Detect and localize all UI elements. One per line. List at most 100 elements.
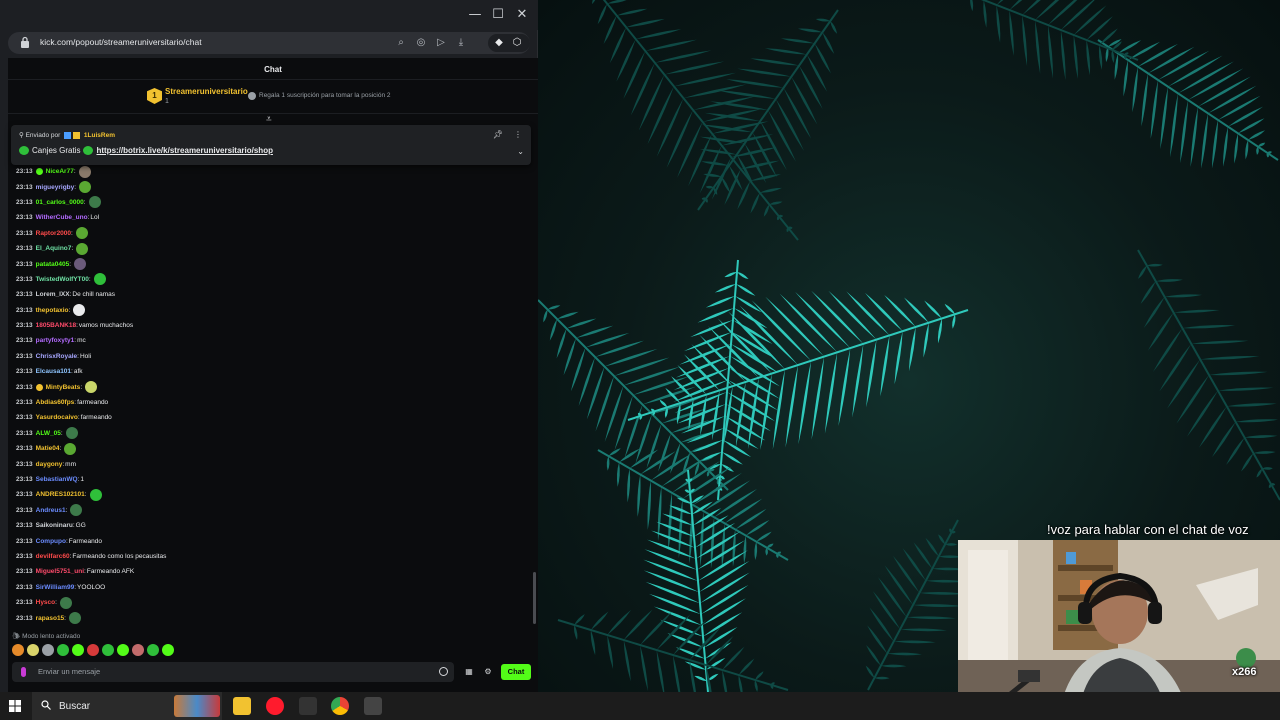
app-window-icon[interactable] xyxy=(364,697,382,715)
windows-start-icon[interactable] xyxy=(9,700,21,712)
message-username[interactable]: partyfoxyty1 xyxy=(36,337,75,344)
quick-emote-icon[interactable] xyxy=(132,644,144,656)
maximize-button[interactable]: ☐ xyxy=(489,6,507,24)
message-username[interactable]: ChrisxRoyale xyxy=(36,353,78,360)
quick-emote-icon[interactable] xyxy=(147,644,159,656)
message-username[interactable]: Abdias60fps xyxy=(36,399,75,406)
message-username[interactable]: Andreus1 xyxy=(36,507,66,514)
quick-emote-icon[interactable] xyxy=(12,644,24,656)
chat-message: 23:13 1805BANK18: vamos muchachos xyxy=(16,318,526,333)
message-timestamp: 23:13 xyxy=(16,306,33,314)
emote-icon xyxy=(76,242,89,255)
message-username[interactable]: Miguel5751_uni xyxy=(36,568,84,575)
message-username[interactable]: 1805BANK18 xyxy=(36,322,76,329)
message-input[interactable]: Enviar un mensaje xyxy=(12,662,454,682)
message-timestamp: 23:13 xyxy=(16,245,33,253)
quick-emote-icon[interactable] xyxy=(42,644,54,656)
chat-messages: 23:13 NiceAr77:23:13 migueyrigby:23:13 01_c… xyxy=(16,164,526,626)
message-timestamp: 23:13 xyxy=(16,506,33,514)
taskbar-search-box[interactable]: Buscar xyxy=(32,692,222,720)
quick-emote-icon[interactable] xyxy=(57,644,69,656)
address-bar[interactable]: kick.com/popout/streameruniversitario/ch… xyxy=(8,32,530,54)
message-username[interactable]: Lorem_IXX xyxy=(36,291,70,298)
close-button[interactable]: ✕ xyxy=(513,6,531,24)
quick-emote-icon[interactable] xyxy=(72,644,84,656)
message-username[interactable]: SebastianWQ xyxy=(36,476,78,483)
app-icon[interactable] xyxy=(299,697,317,715)
pinned-link[interactable]: https://botrix.live/k/streameruniversita… xyxy=(96,146,273,155)
chrome-icon[interactable] xyxy=(331,697,349,715)
quick-emote-icon[interactable] xyxy=(117,644,129,656)
windows-taskbar: Buscar xyxy=(0,692,1280,720)
extension-diamond-icon[interactable]: ◆ xyxy=(492,36,506,50)
message-username[interactable]: Matie04 xyxy=(36,445,60,452)
quick-emote-icon[interactable] xyxy=(87,644,99,656)
message-username[interactable]: SirWilliam99 xyxy=(36,584,75,591)
message-username[interactable]: NiceAr77 xyxy=(46,168,74,175)
message-separator: : xyxy=(80,383,83,391)
shield-icon[interactable]: ◎ xyxy=(414,36,428,50)
message-username[interactable]: El_Aquino7 xyxy=(36,245,72,252)
message-username[interactable]: patata0405 xyxy=(36,261,70,268)
message-username[interactable]: ALW_05 xyxy=(36,430,61,437)
opera-browser-icon[interactable] xyxy=(266,697,284,715)
quick-emote-icon[interactable] xyxy=(162,644,174,656)
message-separator: : xyxy=(77,414,80,422)
message-username[interactable]: Saikoninaru xyxy=(36,522,73,529)
message-separator: : xyxy=(69,552,72,560)
message-username[interactable]: Elcausa101 xyxy=(36,368,71,375)
message-username[interactable]: MintyBeats xyxy=(46,384,81,391)
message-separator: : xyxy=(68,306,71,314)
message-username[interactable]: rapaso15 xyxy=(36,615,65,622)
stream-caption: !voz para hablar con el chat de voz xyxy=(1047,522,1249,537)
pin-icon[interactable]: 📌︎ xyxy=(493,130,503,139)
send-chat-button[interactable]: Chat xyxy=(501,664,531,680)
chat-message: 23:13 Raptor2000: xyxy=(16,226,526,241)
message-username[interactable]: devilfarc60 xyxy=(36,553,70,560)
chat-message: 23:13 Compupo: Farmeando xyxy=(16,533,526,548)
quick-emote-icon[interactable] xyxy=(27,644,39,656)
message-separator: : xyxy=(71,245,74,253)
message-username[interactable]: Raptor2000 xyxy=(36,230,71,237)
message-separator: : xyxy=(74,183,77,191)
calendar-icon[interactable]: ▦ xyxy=(463,666,475,678)
leaderboard-gift-text[interactable]: Regala 1 suscripción para tomar la posic… xyxy=(259,92,391,99)
message-username[interactable]: thepotaxio xyxy=(36,307,69,314)
message-username[interactable]: ANDRES102101 xyxy=(36,491,85,498)
message-separator: : xyxy=(74,337,77,345)
message-username[interactable]: Hysco xyxy=(36,599,56,606)
chat-message: 23:13 Matie04: xyxy=(16,441,526,456)
message-timestamp: 23:13 xyxy=(16,368,33,376)
message-timestamp: 23:13 xyxy=(16,291,33,299)
message-username[interactable]: 01_carlos_0000 xyxy=(36,199,84,206)
emoji-picker-icon[interactable] xyxy=(439,667,448,676)
message-username[interactable]: Compupo xyxy=(36,538,66,545)
pinned-user[interactable]: 1LuisRem xyxy=(84,132,115,139)
more-options-icon[interactable]: ⋮ xyxy=(514,130,522,139)
chevron-down-icon[interactable]: ⌄ xyxy=(517,147,524,156)
message-username[interactable]: TwistedWolfYT00 xyxy=(36,276,89,283)
chat-scrollbar[interactable] xyxy=(533,572,536,624)
emote-icon xyxy=(93,273,106,286)
message-separator: : xyxy=(87,214,90,222)
message-username[interactable]: Yasurdocaivo xyxy=(36,414,78,421)
message-separator: : xyxy=(62,460,65,468)
chat-message: 23:13 NiceAr77: xyxy=(16,164,526,179)
mic-icon[interactable] xyxy=(21,667,26,677)
minimize-button[interactable]: — xyxy=(466,6,484,24)
chat-message: 23:13 devilfarc60: Farmeando como los peca… xyxy=(16,549,526,564)
download-icon[interactable]: ⤓ xyxy=(454,36,468,50)
settings-gear-icon[interactable]: ⚙ xyxy=(482,666,494,678)
message-separator: : xyxy=(71,368,73,376)
message-username[interactable]: daygony xyxy=(36,461,63,468)
message-username[interactable]: migueyrigby xyxy=(36,184,75,191)
quick-emote-icon[interactable] xyxy=(102,644,114,656)
scroll-to-bottom-icon[interactable]: ⩡ xyxy=(266,114,272,125)
search-icon[interactable]: ⌕ xyxy=(394,36,408,50)
message-username[interactable]: WitherCube_uno xyxy=(36,214,88,221)
chat-message: 23:13 rapaso15: xyxy=(16,610,526,625)
extension-cube-icon[interactable]: ⬡ xyxy=(510,36,524,50)
send-icon[interactable]: ▷ xyxy=(434,36,448,50)
file-explorer-icon[interactable] xyxy=(233,697,251,715)
leaderboard-name[interactable]: Streameruniversitario xyxy=(165,87,248,96)
